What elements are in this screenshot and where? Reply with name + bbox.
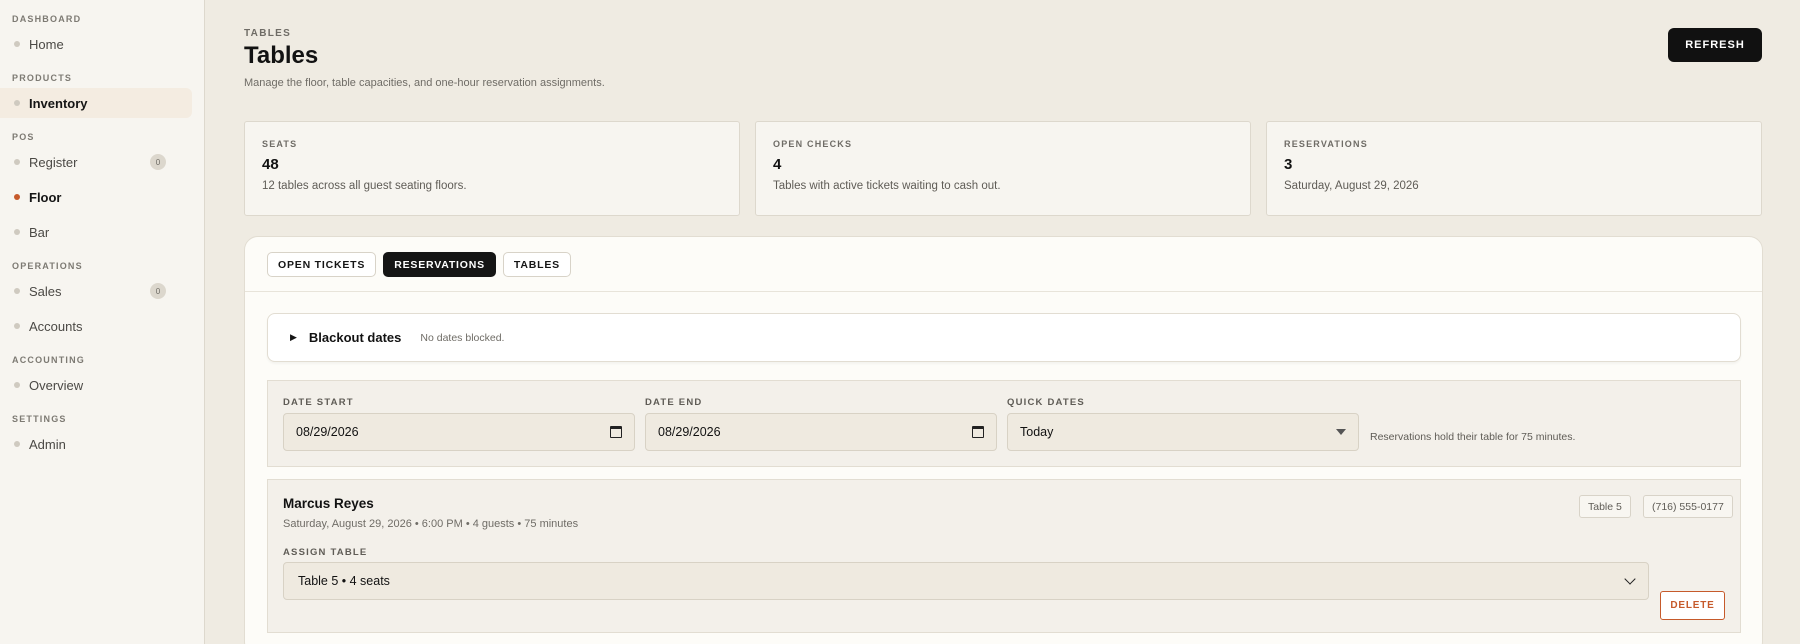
nav-section-pos: POS bbox=[12, 132, 35, 142]
refresh-button[interactable]: REFRESH bbox=[1668, 28, 1762, 62]
assign-table-label: ASSIGN TABLE bbox=[283, 547, 368, 558]
sidebar: DASHBOARD Home PRODUCTS Inventory POS Re… bbox=[0, 0, 205, 644]
tab-bar: OPEN TICKETS RESERVATIONS TABLES bbox=[245, 237, 1762, 292]
nav-section-dashboard: DASHBOARD bbox=[12, 14, 82, 24]
reservation-details: Saturday, August 29, 2026 • 6:00 PM • 4 … bbox=[283, 518, 579, 530]
nav-dot-icon bbox=[14, 100, 20, 106]
date-end-label: DATE END bbox=[645, 397, 703, 408]
quick-dates-label: QUICK DATES bbox=[1007, 397, 1085, 408]
date-start-label: DATE START bbox=[283, 397, 354, 408]
sidebar-item-label: Overview bbox=[29, 377, 84, 393]
sidebar-item-sales[interactable]: Sales 0 bbox=[0, 276, 192, 306]
reservations-panel: OPEN TICKETS RESERVATIONS TABLES ▶ Black… bbox=[244, 236, 1763, 644]
date-start-field: DATE START 08/29/2026 bbox=[283, 397, 635, 451]
phone-pill: (716) 555-0177 bbox=[1643, 495, 1733, 518]
sidebar-item-admin[interactable]: Admin bbox=[0, 429, 192, 459]
calendar-icon[interactable] bbox=[972, 426, 984, 438]
assign-table-select[interactable]: Table 5 • 4 seats bbox=[283, 562, 1649, 600]
blackout-dates-note: No dates blocked. bbox=[420, 331, 505, 344]
nav-dot-icon bbox=[14, 159, 20, 165]
sidebar-item-floor[interactable]: Floor bbox=[0, 182, 192, 212]
nav-dot-icon bbox=[14, 288, 20, 294]
sidebar-item-label: Admin bbox=[29, 436, 66, 452]
stat-card-reservations: RESERVATIONS 3 Saturday, August 29, 2026 bbox=[1266, 121, 1762, 216]
count-badge: 0 bbox=[150, 283, 166, 299]
sidebar-item-label: Sales bbox=[29, 283, 62, 299]
nav-section-accounting: ACCOUNTING bbox=[12, 355, 85, 365]
stat-label: RESERVATIONS bbox=[1284, 139, 1368, 149]
dropdown-triangle-icon bbox=[1336, 429, 1346, 435]
blackout-dates-disclosure[interactable]: ▶ Blackout dates No dates blocked. bbox=[267, 313, 1741, 362]
nav-section-settings: SETTINGS bbox=[12, 414, 67, 424]
date-start-input[interactable]: 08/29/2026 bbox=[283, 413, 635, 451]
nav-section-operations: OPERATIONS bbox=[12, 261, 83, 271]
sidebar-item-label: Accounts bbox=[29, 318, 83, 334]
reservation-hold-note: Reservations hold their table for 75 min… bbox=[1370, 431, 1576, 443]
sidebar-item-register[interactable]: Register 0 bbox=[0, 147, 192, 177]
stat-description: 12 tables across all guest seating floor… bbox=[262, 180, 467, 192]
stat-value: 4 bbox=[773, 156, 782, 173]
reservation-card: Marcus Reyes Saturday, August 29, 2026 •… bbox=[267, 479, 1741, 633]
date-end-value: 08/29/2026 bbox=[658, 425, 721, 439]
nav-dot-icon bbox=[14, 194, 20, 200]
tab-tables[interactable]: TABLES bbox=[502, 252, 571, 277]
guest-name: Marcus Reyes bbox=[283, 496, 374, 511]
nav-dot-icon bbox=[14, 382, 20, 388]
caret-right-icon: ▶ bbox=[290, 332, 297, 342]
tab-open-tickets[interactable]: OPEN TICKETS bbox=[267, 252, 377, 277]
breadcrumb: TABLES bbox=[244, 28, 292, 39]
delete-reservation-button[interactable]: DELETE bbox=[1660, 591, 1725, 620]
date-end-input[interactable]: 08/29/2026 bbox=[645, 413, 997, 451]
stat-label: SEATS bbox=[262, 139, 298, 149]
count-badge: 0 bbox=[150, 154, 166, 170]
sidebar-item-label: Bar bbox=[29, 224, 50, 240]
tab-reservations[interactable]: RESERVATIONS bbox=[383, 252, 496, 277]
quick-dates-select[interactable]: Today bbox=[1007, 413, 1359, 451]
page-title: Tables bbox=[244, 42, 319, 69]
date-filters: DATE START 08/29/2026 DATE END 08/29/202… bbox=[267, 380, 1741, 467]
stat-value: 48 bbox=[262, 156, 279, 173]
date-start-value: 08/29/2026 bbox=[296, 425, 359, 439]
table-pill: Table 5 bbox=[1579, 495, 1631, 518]
stat-description: Tables with active tickets waiting to ca… bbox=[773, 180, 1001, 192]
sidebar-item-label: Register bbox=[29, 154, 78, 170]
stat-card-seats: SEATS 48 12 tables across all guest seat… bbox=[244, 121, 740, 216]
nav-section-products: PRODUCTS bbox=[12, 73, 73, 83]
quick-dates-value: Today bbox=[1020, 425, 1054, 439]
nav-dot-icon bbox=[14, 441, 20, 447]
main-content: TABLES Tables Manage the floor, table ca… bbox=[244, 0, 1764, 644]
sidebar-item-label: Inventory bbox=[29, 95, 88, 111]
stat-label: OPEN CHECKS bbox=[773, 139, 853, 149]
sidebar-item-home[interactable]: Home bbox=[0, 29, 192, 59]
chevron-down-icon bbox=[1624, 573, 1636, 585]
nav-dot-icon bbox=[14, 41, 20, 47]
nav-dot-icon bbox=[14, 323, 20, 329]
blackout-dates-title: Blackout dates bbox=[308, 330, 402, 345]
stat-description: Saturday, August 29, 2026 bbox=[1284, 180, 1419, 192]
stat-value: 3 bbox=[1284, 156, 1293, 173]
nav-dot-icon bbox=[14, 229, 20, 235]
sidebar-item-label: Floor bbox=[29, 189, 62, 205]
date-end-field: DATE END 08/29/2026 bbox=[645, 397, 997, 451]
quick-dates-field: QUICK DATES Today bbox=[1007, 397, 1359, 451]
sidebar-item-inventory[interactable]: Inventory bbox=[0, 88, 192, 118]
sidebar-item-accounts[interactable]: Accounts bbox=[0, 311, 192, 341]
sidebar-item-label: Home bbox=[29, 36, 64, 52]
stat-card-open-checks: OPEN CHECKS 4 Tables with active tickets… bbox=[755, 121, 1251, 216]
page-subtitle: Manage the floor, table capacities, and … bbox=[244, 77, 605, 89]
assign-table-value: Table 5 • 4 seats bbox=[298, 574, 390, 588]
sidebar-item-overview[interactable]: Overview bbox=[0, 370, 192, 400]
sidebar-item-bar[interactable]: Bar bbox=[0, 217, 192, 247]
calendar-icon[interactable] bbox=[610, 426, 622, 438]
